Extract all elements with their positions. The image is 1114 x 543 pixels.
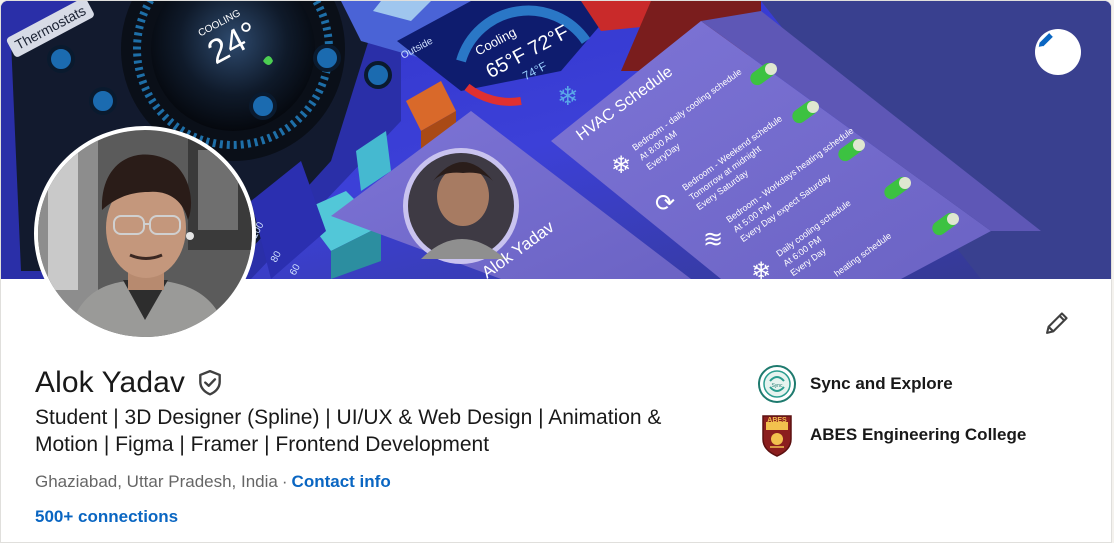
edit-profile-button[interactable]: [1037, 303, 1077, 343]
pencil-icon: [1038, 32, 1054, 48]
org-label-abes: ABES Engineering College: [810, 425, 1027, 444]
abes-logo-text: ABES: [767, 417, 787, 424]
edit-banner-button[interactable]: [1035, 29, 1081, 75]
profile-card: Thermostats COOLING 24° Outside Cooling …: [0, 0, 1112, 543]
location-row: Ghaziabad, Uttar Pradesh, India · Contact …: [35, 472, 391, 492]
location-separator: ·: [281, 472, 288, 491]
contact-info-link[interactable]: Contact info: [292, 472, 391, 491]
profile-location: Ghaziabad, Uttar Pradesh, India: [35, 472, 278, 491]
profile-name: Alok Yadav: [35, 366, 185, 399]
svg-text:❄: ❄: [611, 151, 631, 179]
profile-headline: Student | 3D Designer (Spline) | UI/UX &…: [35, 406, 662, 456]
avatar-image: [38, 130, 252, 337]
abes-logo: ABES: [758, 415, 796, 457]
svg-text:≋: ≋: [703, 225, 723, 253]
org-sync-and-explore[interactable]: Sync Sync and Explore: [758, 364, 953, 404]
svg-text:❄: ❄: [751, 257, 771, 279]
shield-check-icon[interactable]: [195, 368, 225, 398]
org-label-sync-and-explore: Sync and Explore: [810, 374, 953, 393]
name-row: Alok Yadav: [35, 366, 225, 400]
svg-text:⟳: ⟳: [655, 189, 675, 217]
sync-and-explore-logo: Sync: [758, 364, 796, 404]
org-abes-engineering-college[interactable]: ABES ABES Engineering College: [758, 415, 1027, 457]
svg-text:Sync: Sync: [771, 383, 783, 389]
pencil-icon: [1046, 312, 1068, 334]
svg-text:❄: ❄: [557, 82, 579, 112]
connections-link[interactable]: 500+ connections: [35, 507, 178, 527]
profile-photo[interactable]: [34, 126, 256, 341]
